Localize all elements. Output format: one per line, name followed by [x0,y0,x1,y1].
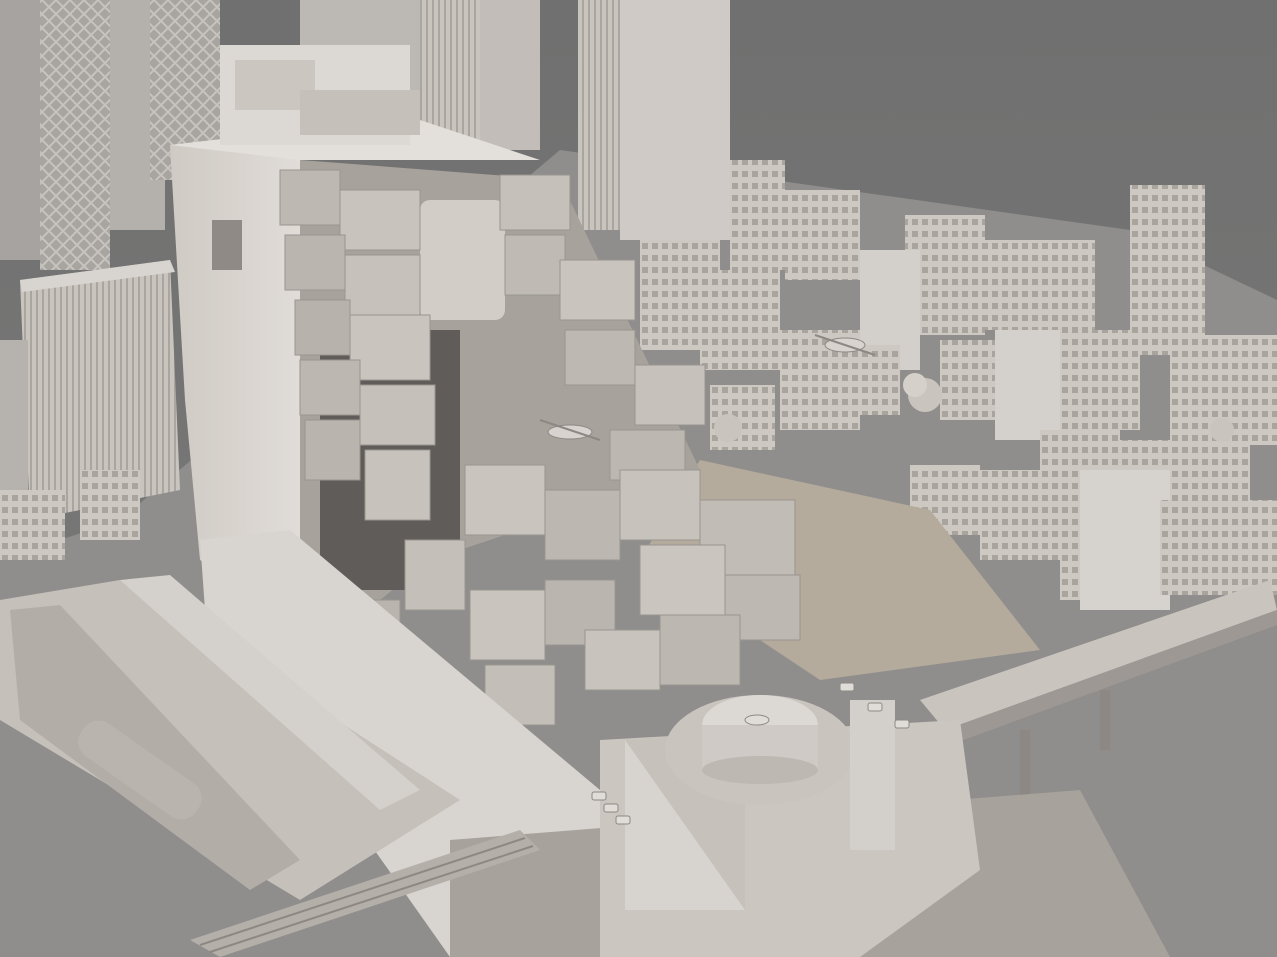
city-render-scene [0,0,1277,957]
